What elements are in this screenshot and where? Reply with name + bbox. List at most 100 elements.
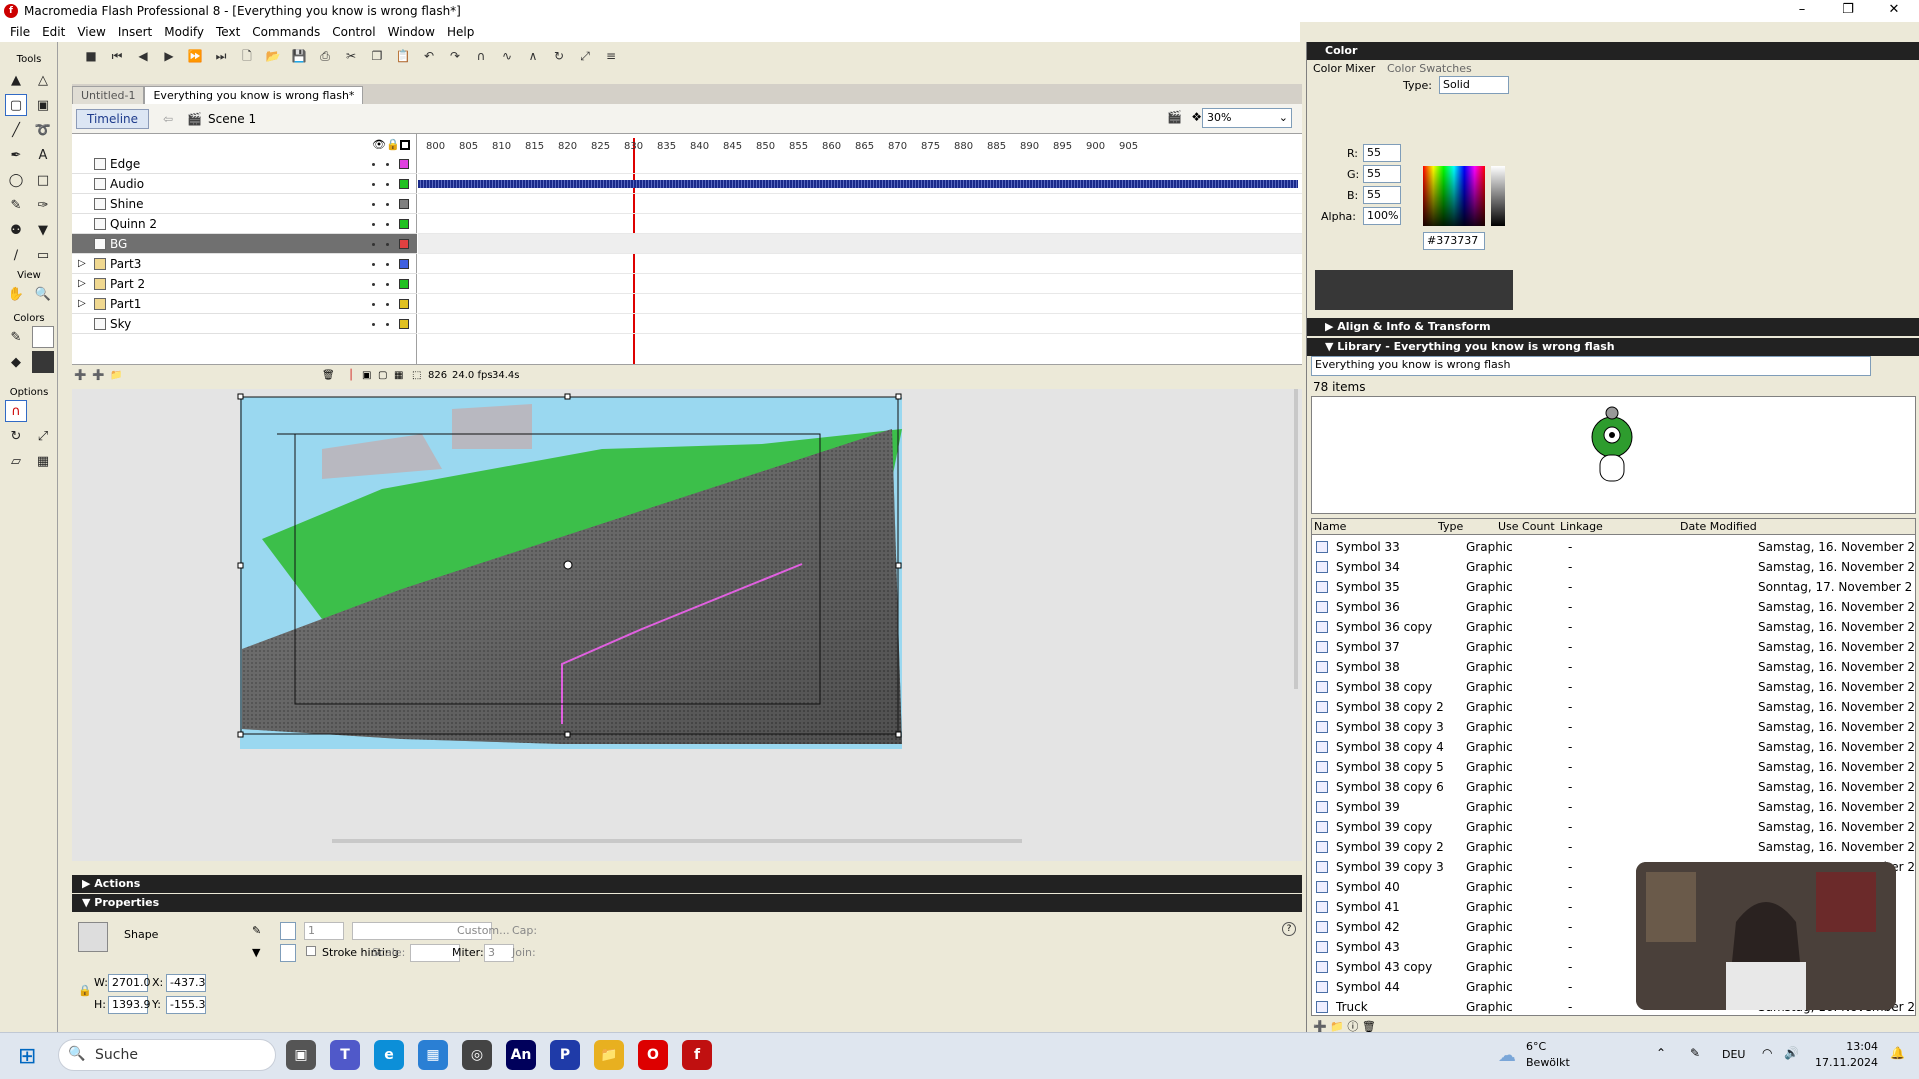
volume-icon[interactable]: 🔊	[1784, 1046, 1799, 1060]
add-layer-icon[interactable]: ➕	[74, 370, 86, 381]
outline-icon[interactable]	[400, 140, 410, 150]
layer-color-swatch[interactable]	[399, 199, 409, 209]
col-date-modified[interactable]: Date Modified	[1680, 519, 1757, 535]
fill-color-picker[interactable]	[280, 944, 296, 962]
copy-icon[interactable]: ❐	[366, 45, 388, 67]
layer-color-swatch[interactable]	[399, 159, 409, 169]
subselect-tool-icon[interactable]: △	[32, 69, 54, 91]
clock-date[interactable]: 17.11.2024	[1810, 1056, 1878, 1069]
maximize-button[interactable]: ❐	[1825, 0, 1871, 22]
visibility-dot[interactable]	[372, 283, 375, 286]
windows-start-icon[interactable]: ⊞	[18, 1044, 36, 1069]
stop-icon[interactable]: ■	[80, 45, 102, 67]
library-item[interactable]: Symbol 33 Graphic - Samstag, 16. November 2	[1312, 537, 1915, 557]
fill-type-select[interactable]: Solid	[1439, 76, 1509, 94]
print-icon[interactable]: ⎙	[314, 45, 336, 67]
layer-row[interactable]: Shine	[72, 194, 417, 214]
align-icon[interactable]: ≡	[600, 45, 622, 67]
eraser-tool-icon[interactable]: ▭	[32, 244, 54, 266]
snap-icon[interactable]: ∩	[470, 45, 492, 67]
go-end-icon[interactable]: ⏭	[210, 45, 232, 67]
stroke-color-swatch[interactable]	[32, 326, 54, 348]
zoom-select[interactable]: 30% ⌄	[1202, 108, 1292, 128]
lock-proportions-icon[interactable]: 🔒	[78, 984, 92, 997]
library-item[interactable]: Symbol 38 copy 3 Graphic - Samstag, 16. Nov…	[1312, 717, 1915, 737]
step-back-icon[interactable]: ◀	[132, 45, 154, 67]
layer-name[interactable]: Shine	[110, 194, 144, 214]
file-explorer-icon[interactable]: 📁	[594, 1040, 624, 1070]
layer-color-swatch[interactable]	[399, 259, 409, 269]
lock-dot[interactable]	[386, 243, 389, 246]
x-input[interactable]: -437.3	[166, 974, 206, 992]
lock-dot[interactable]	[386, 223, 389, 226]
rotate-skew-icon[interactable]: ↻	[5, 425, 27, 447]
ink-bottle-tool-icon[interactable]: ⚉	[5, 219, 27, 241]
free-transform-tool-icon[interactable]: ▢	[5, 94, 27, 116]
cut-icon[interactable]: ✂	[340, 45, 362, 67]
fill-transform-tool-icon[interactable]: ▣	[32, 94, 54, 116]
teams-icon[interactable]: T	[330, 1040, 360, 1070]
store-icon[interactable]: ▦	[418, 1040, 448, 1070]
fill-color-swatch[interactable]	[32, 351, 54, 373]
step-forward-icon[interactable]: ⏩	[184, 45, 206, 67]
paste-icon[interactable]: 📋	[392, 45, 414, 67]
col-name[interactable]: Name	[1314, 519, 1346, 535]
library-item[interactable]: Symbol 38 copy 2 Graphic - Samstag, 16. Nov…	[1312, 697, 1915, 717]
layer-name[interactable]: Audio	[110, 174, 144, 194]
y-input[interactable]: -155.3	[166, 996, 206, 1014]
layer-name[interactable]: Sky	[110, 314, 131, 334]
library-item[interactable]: Symbol 36 Graphic - Samstag, 16. November 2	[1312, 597, 1915, 617]
visibility-dot[interactable]	[372, 163, 375, 166]
library-item[interactable]: Symbol 34 Graphic - Samstag, 16. November 2	[1312, 557, 1915, 577]
notification-icon[interactable]: 🔔	[1890, 1046, 1905, 1060]
stage-area[interactable]	[72, 389, 1302, 861]
layer-row[interactable]: ▷ Part 2	[72, 274, 417, 294]
width-input[interactable]: 2701.0	[108, 974, 151, 992]
lock-dot[interactable]	[386, 283, 389, 286]
layer-row[interactable]: ▷ Part3	[72, 254, 417, 274]
blue-input[interactable]: 55	[1363, 186, 1401, 204]
lock-dot[interactable]	[386, 263, 389, 266]
weather-desc[interactable]: Bewölkt	[1526, 1056, 1570, 1069]
layer-color-swatch[interactable]	[399, 279, 409, 289]
layer-name[interactable]: Part 2	[110, 274, 145, 294]
pencil-tool-icon[interactable]: ✎	[5, 194, 27, 216]
alpha-input[interactable]: 100%	[1363, 207, 1401, 225]
layer-row[interactable]: Audio	[72, 174, 417, 194]
lock-dot[interactable]	[386, 203, 389, 206]
layer-color-swatch[interactable]	[399, 239, 409, 249]
pen-tool-icon[interactable]: ✒	[5, 144, 27, 166]
expand-icon[interactable]: ▷	[78, 294, 86, 314]
red-input[interactable]: 55	[1363, 144, 1401, 162]
library-item[interactable]: Symbol 36 copy Graphic - Samstag, 16. Novem…	[1312, 617, 1915, 637]
pen-icon[interactable]: ✎	[1690, 1046, 1700, 1060]
minimize-button[interactable]: –	[1779, 0, 1825, 22]
envelope-icon[interactable]: ▦	[32, 450, 54, 472]
layer-row[interactable]: Edge	[72, 154, 417, 174]
frame-row[interactable]	[418, 174, 1302, 194]
library-item[interactable]: Symbol 39 Graphic - Samstag, 16. November 2	[1312, 797, 1915, 817]
rotate-icon[interactable]: ↻	[548, 45, 570, 67]
menu-modify[interactable]: Modify	[158, 25, 210, 39]
onion-skin-icon[interactable]: ▣	[362, 370, 371, 381]
layer-name[interactable]: Edge	[110, 154, 140, 174]
chevron-up-icon[interactable]: ⌃	[1656, 1046, 1666, 1060]
layer-name[interactable]: Part1	[110, 294, 141, 314]
snap-magnet-icon[interactable]: ∩	[5, 400, 27, 422]
lock-dot[interactable]	[386, 323, 389, 326]
scale-icon[interactable]: ⤢	[32, 425, 54, 447]
rewind-icon[interactable]: ⏮	[106, 45, 128, 67]
menu-edit[interactable]: Edit	[36, 25, 71, 39]
layer-name[interactable]: Part3	[110, 254, 141, 274]
menu-file[interactable]: File	[4, 25, 36, 39]
expand-icon[interactable]: ▷	[78, 274, 86, 294]
layer-row[interactable]: Sky	[72, 314, 417, 334]
library-item[interactable]: Symbol 38 copy 4 Graphic - Samstag, 16. Nov…	[1312, 737, 1915, 757]
timeline-toggle-button[interactable]: Timeline	[76, 108, 150, 129]
language-indicator[interactable]: DEU	[1722, 1048, 1745, 1061]
visibility-dot[interactable]	[372, 183, 375, 186]
opera-icon[interactable]: O	[638, 1040, 668, 1070]
edit-multiple-icon[interactable]: ▦	[394, 370, 403, 381]
play-icon[interactable]: ▶	[158, 45, 180, 67]
library-panel-header[interactable]: ▼ Library - Everything you know is wrong…	[1307, 338, 1919, 356]
